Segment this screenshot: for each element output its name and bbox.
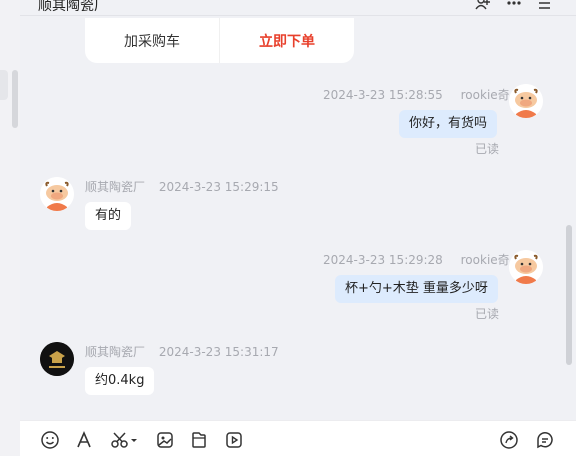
message-time: 2024-3-23 15:29:28 <box>323 253 443 267</box>
product-action-card: 加采购车 立即下单 <box>85 18 354 63</box>
share-icon[interactable] <box>498 429 520 451</box>
chat-bubble[interactable]: 杯+勺+木垫 重量多少呀 <box>335 275 498 303</box>
video-icon[interactable] <box>223 429 245 451</box>
message-time: 2024-3-23 15:31:17 <box>158 345 279 359</box>
chat-bubble[interactable]: 有的 <box>85 202 132 230</box>
message-meta: 顺其陶瓷厂 2024-3-23 15:29:15 <box>85 178 279 195</box>
left-panel-edge <box>0 0 20 456</box>
cow-avatar[interactable] <box>509 250 543 284</box>
message-time: 2024-3-23 15:28:55 <box>323 88 443 102</box>
chat-scrollbar-thumb[interactable] <box>566 225 572 365</box>
shop-logo-avatar[interactable] <box>40 342 74 376</box>
chat-bubble[interactable]: 你好，有货吗 <box>399 110 498 138</box>
order-now-button[interactable]: 立即下单 <box>220 18 354 63</box>
cow-avatar[interactable] <box>509 84 543 118</box>
emoji-icon[interactable] <box>39 429 61 451</box>
sender-name: rookie奇 <box>460 253 510 267</box>
message-meta: 2024-3-23 15:29:28 rookie奇 <box>323 251 510 268</box>
chat-title: 顺其陶瓷厂 <box>38 0 108 14</box>
image-icon[interactable] <box>154 429 176 451</box>
read-status: 已读 <box>475 307 500 321</box>
file-icon[interactable] <box>188 429 210 451</box>
add-to-cart-button[interactable]: 加采购车 <box>85 18 220 63</box>
list-icon[interactable] <box>536 0 552 14</box>
more-icon[interactable] <box>506 0 522 12</box>
message-time: 2024-3-23 15:29:15 <box>158 180 279 194</box>
message-meta: 2024-3-23 15:28:55 rookie奇 <box>323 86 510 103</box>
chat-header: 顺其陶瓷厂 <box>20 0 576 16</box>
sender-name: rookie奇 <box>460 88 510 102</box>
input-toolbar <box>20 420 576 456</box>
font-icon[interactable] <box>73 429 95 451</box>
add-contact-icon[interactable] <box>475 0 491 14</box>
left-scrollbar-thumb[interactable] <box>12 70 18 128</box>
scissors-icon[interactable] <box>109 429 139 451</box>
right-edge <box>576 0 588 456</box>
message-meta: 顺其陶瓷厂 2024-3-23 15:31:17 <box>85 343 279 360</box>
collapse-handle[interactable] <box>0 70 8 100</box>
quick-reply-icon[interactable] <box>534 429 556 451</box>
cow-avatar[interactable] <box>40 177 74 211</box>
chat-bubble[interactable]: 约0.4kg <box>85 367 155 395</box>
sender-name: 顺其陶瓷厂 <box>85 180 146 194</box>
chat-window: 顺其陶瓷厂 加采购车 立即下单 2024-3-23 15:28:55 rooki… <box>20 0 576 420</box>
read-status: 已读 <box>475 142 500 156</box>
sender-name: 顺其陶瓷厂 <box>85 345 146 359</box>
